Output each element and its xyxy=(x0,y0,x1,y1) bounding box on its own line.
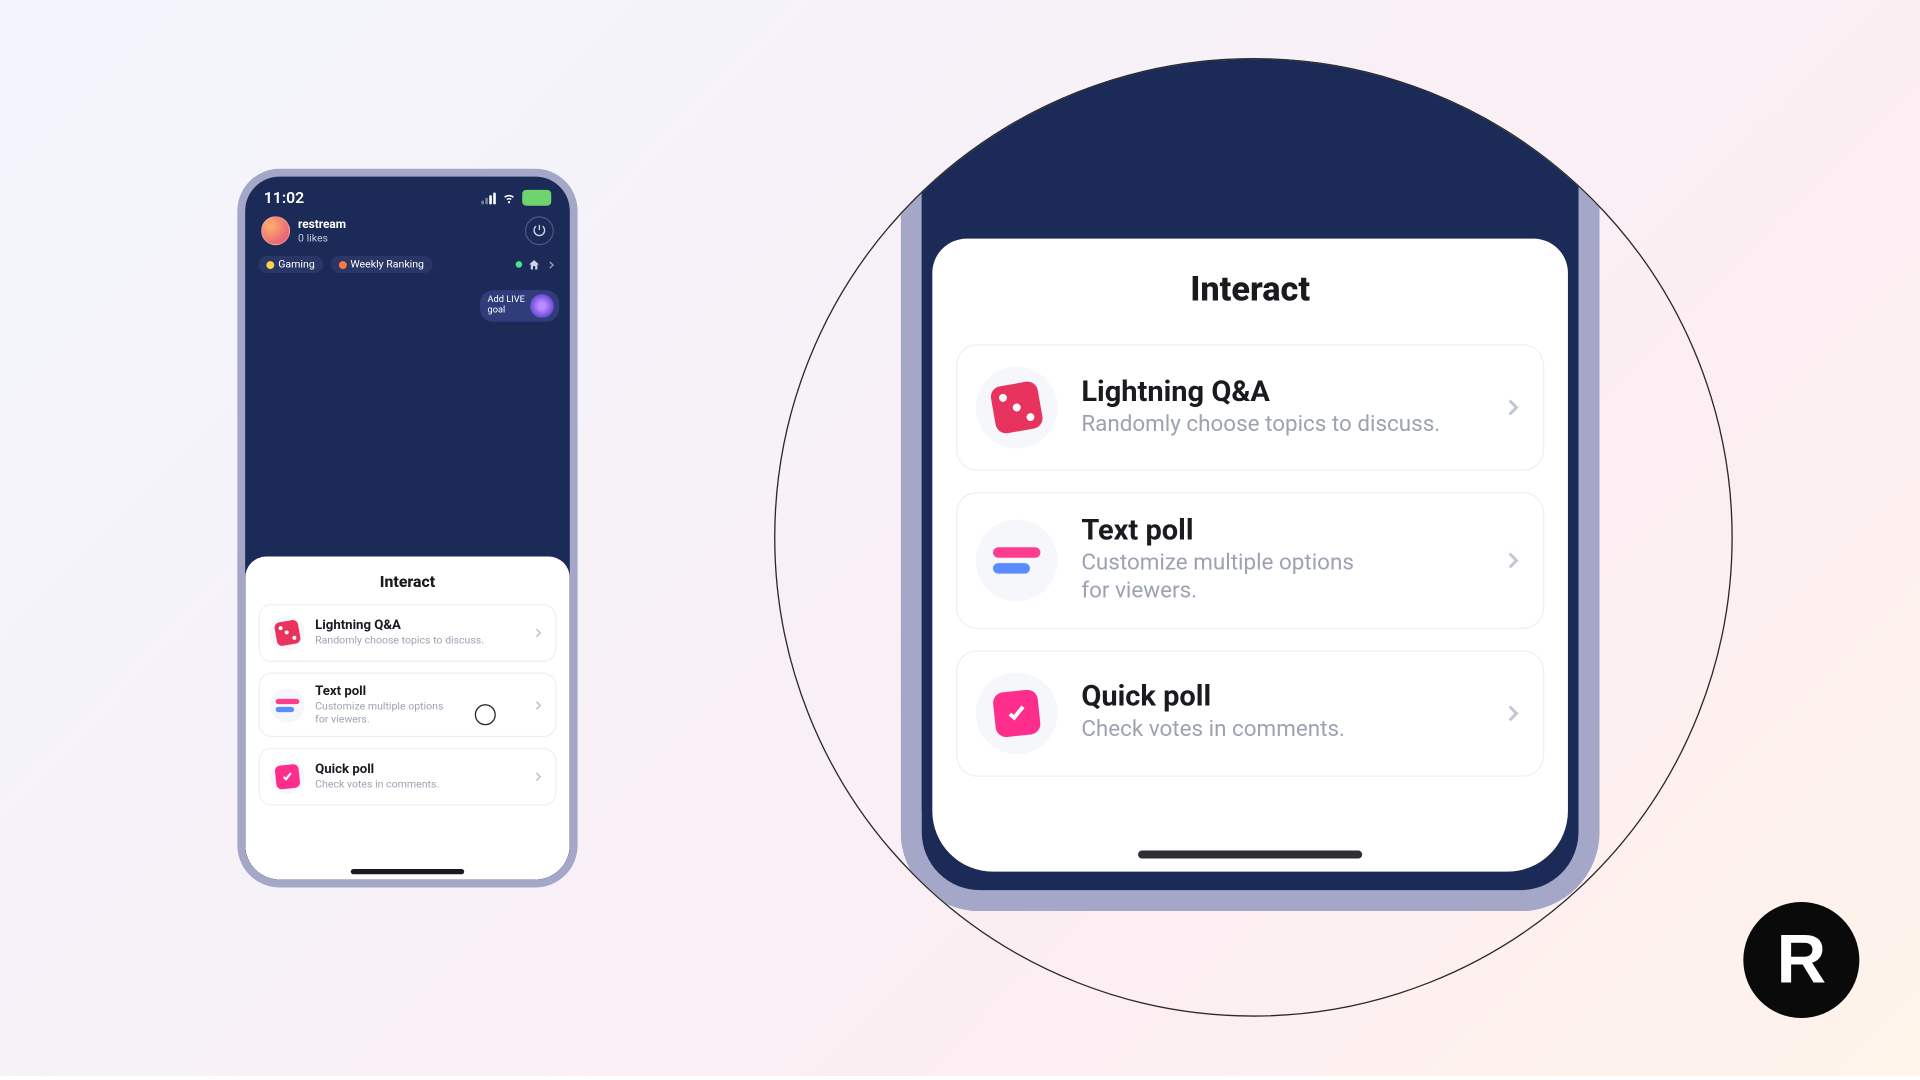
option-text-poll[interactable]: Text poll Customize multiple options for… xyxy=(258,673,556,738)
stream-header: restream 0 likes xyxy=(245,211,569,245)
chevron-right-icon xyxy=(531,626,544,639)
chevron-right-icon xyxy=(531,770,544,783)
chevron-right-icon[interactable] xyxy=(546,259,557,270)
zoom-circle: Interact Lightning Q&A Randomly choose t… xyxy=(774,58,1733,1017)
add-live-goal[interactable]: Add LIVE goal xyxy=(480,290,560,322)
option-quick-poll[interactable]: Quick poll Check votes in comments. xyxy=(258,748,556,806)
option-lightning-qa[interactable]: Lightning Q&A Randomly choose topics to … xyxy=(956,344,1544,471)
option-lightning-qa[interactable]: Lightning Q&A Randomly choose topics to … xyxy=(258,604,556,662)
chip-gaming-label: Gaming xyxy=(278,258,314,270)
option-desc: Customize multiple options for viewers. xyxy=(315,700,443,725)
chevron-right-icon xyxy=(1501,701,1525,725)
signal-icon xyxy=(481,192,496,204)
option-desc: Randomly choose topics to discuss. xyxy=(315,635,484,648)
option-title: Quick poll xyxy=(315,763,439,778)
wifi-icon xyxy=(501,191,517,204)
chevron-right-icon xyxy=(531,698,544,711)
chip-gaming[interactable]: Gaming xyxy=(258,256,322,273)
option-title: Quick poll xyxy=(1081,681,1345,714)
lightning-qa-icon xyxy=(270,616,304,650)
chevron-right-icon xyxy=(1501,548,1525,572)
status-bar: 11:02 xyxy=(245,177,569,211)
tags-row: Gaming Weekly Ranking xyxy=(245,245,569,273)
quick-poll-icon xyxy=(976,672,1058,754)
text-poll-icon xyxy=(270,688,304,722)
chip-ranking-label: Weekly Ranking xyxy=(350,258,424,270)
profile-likes: 0 likes xyxy=(298,231,346,243)
profile-name: restream xyxy=(298,218,346,231)
flame-dot-icon xyxy=(338,260,346,268)
goal-icon xyxy=(530,294,554,318)
chip-ranking[interactable]: Weekly Ranking xyxy=(331,256,432,273)
interact-panel-zoomed: Interact Lightning Q&A Randomly choose t… xyxy=(932,239,1568,872)
option-title: Text poll xyxy=(1081,514,1354,547)
lightning-qa-icon xyxy=(976,367,1058,449)
battery-icon xyxy=(522,190,551,206)
option-text-poll[interactable]: Text poll Customize multiple options for… xyxy=(956,492,1544,628)
option-title: Lightning Q&A xyxy=(315,619,484,634)
avatar xyxy=(261,216,290,245)
profile[interactable]: restream 0 likes xyxy=(261,216,346,245)
interact-panel: Interact Lightning Q&A Randomly choose t… xyxy=(245,556,569,879)
live-dot-icon xyxy=(516,261,523,268)
option-desc: Customize multiple options for viewers. xyxy=(1081,550,1354,606)
quick-poll-icon xyxy=(270,760,304,794)
option-desc: Check votes in comments. xyxy=(315,779,439,792)
chevron-right-icon xyxy=(1501,396,1525,420)
logo-letter: R xyxy=(1777,920,1827,999)
power-button[interactable] xyxy=(525,216,554,245)
panel-title: Interact xyxy=(258,572,556,590)
text-poll-icon xyxy=(976,519,1058,601)
restream-logo: R xyxy=(1743,902,1859,1018)
gaming-dot-icon xyxy=(266,260,274,268)
option-title: Lightning Q&A xyxy=(1081,376,1440,409)
goal-line2: goal xyxy=(488,306,525,316)
zoomed-phone-frame: Interact Lightning Q&A Randomly choose t… xyxy=(901,59,1600,911)
option-title: Text poll xyxy=(315,684,443,699)
home-indicator xyxy=(1138,851,1362,859)
panel-title: Interact xyxy=(956,270,1544,310)
option-quick-poll[interactable]: Quick poll Check votes in comments. xyxy=(956,649,1544,776)
home-icon[interactable] xyxy=(527,258,540,271)
canvas: 11:02 restream 0 likes xyxy=(0,0,1920,1076)
home-indicator xyxy=(351,869,464,874)
phone-mockup: 11:02 restream 0 likes xyxy=(237,169,577,888)
option-desc: Randomly choose topics to discuss. xyxy=(1081,411,1440,439)
option-desc: Check votes in comments. xyxy=(1081,717,1345,745)
power-icon xyxy=(531,223,547,239)
status-time: 11:02 xyxy=(264,189,304,207)
status-right xyxy=(481,190,551,206)
phone-screen: 11:02 restream 0 likes xyxy=(245,177,569,880)
